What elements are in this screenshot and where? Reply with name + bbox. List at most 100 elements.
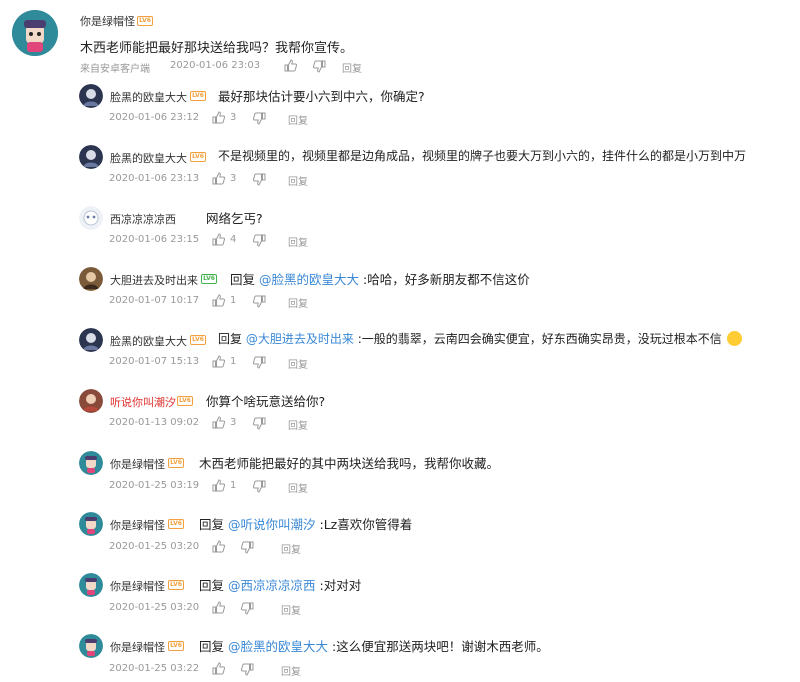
avatar[interactable] (79, 634, 103, 658)
reply-prefix: 回复 (230, 272, 256, 287)
username[interactable]: 大胆进去及时出来 (110, 272, 198, 288)
like-icon[interactable] (212, 601, 225, 614)
avatar[interactable] (79, 206, 103, 230)
like-icon[interactable] (212, 416, 225, 429)
reply-button[interactable]: 回复 (288, 417, 308, 432)
username[interactable]: 你是绿帽怪 (110, 456, 165, 472)
username[interactable]: 脸黑的欧皇大大 (110, 333, 187, 349)
avatar[interactable] (79, 267, 103, 291)
reply-time: 2020-01-07 10:17 (109, 295, 200, 306)
reply-text: 回复 @脸黑的欧皇大大 :哈哈，好多新朋友都不信这价 (230, 269, 530, 288)
dislike-icon[interactable] (253, 480, 266, 493)
level-badge: LV6 (177, 396, 193, 406)
username[interactable]: 西凉凉凉凉西 (110, 211, 176, 227)
dislike-icon[interactable] (241, 541, 254, 554)
reply-text: 最好那块估计要小六到中六，你确定? (218, 89, 425, 104)
username[interactable]: 听说你叫潮汐 (110, 394, 176, 410)
reply-text: 木西老师能把最好的其中两块送给我吗，我帮你收藏。 (199, 456, 500, 471)
level-badge: LV6 (190, 335, 206, 345)
dislike-icon[interactable] (253, 417, 266, 430)
dislike-icon[interactable] (253, 173, 266, 186)
reply-button[interactable]: 回复 (281, 602, 301, 617)
like-icon[interactable] (212, 355, 225, 368)
level-badge: LV6 (137, 16, 153, 26)
level-badge: LV6 (168, 458, 184, 468)
reply-button[interactable]: 回复 (288, 173, 308, 188)
avatar[interactable] (79, 389, 103, 413)
like-icon[interactable] (212, 662, 225, 675)
like-icon[interactable] (212, 172, 225, 185)
reply-text: 不是视频里的，视频里都是边角成品，视频里的牌子也要大万到小六的，挂件什么的都是小… (218, 149, 747, 163)
mention-link[interactable]: @听说你叫潮汐 (228, 517, 316, 532)
mention-link[interactable]: @脸黑的欧皇大大 (228, 639, 328, 654)
mention-link[interactable]: @脸黑的欧皇大大 (259, 272, 359, 287)
reply-time: 2020-01-06 23:12 (109, 112, 200, 123)
reply-time: 2020-01-25 03:22 (109, 663, 200, 674)
username[interactable]: 你是绿帽怪 (80, 13, 135, 29)
reply-time: 2020-01-07 15:13 (109, 356, 200, 367)
username[interactable]: 你是绿帽怪 (110, 517, 165, 533)
mention-link[interactable]: @大胆进去及时出来 (246, 332, 354, 346)
reply-time: 2020-01-25 03:19 (109, 480, 200, 491)
avatar[interactable] (79, 512, 103, 536)
level-badge: LV6 (190, 152, 206, 162)
dislike-icon[interactable] (253, 356, 266, 369)
reply-button[interactable]: 回复 (288, 356, 308, 371)
reply-button[interactable]: 回复 (281, 541, 301, 556)
username[interactable]: 脸黑的欧皇大大 (110, 89, 187, 105)
like-icon[interactable] (212, 294, 225, 307)
reply-button[interactable]: 回复 (288, 112, 308, 127)
reply-time: 2020-01-06 23:15 (109, 234, 200, 245)
avatar[interactable] (79, 84, 103, 108)
dislike-icon[interactable] (241, 663, 254, 676)
level-badge: LV6 (168, 519, 184, 529)
comment-source: 来自安卓客户端 (80, 64, 150, 75)
avatar[interactable] (79, 328, 103, 352)
avatar[interactable] (79, 451, 103, 475)
avatar[interactable] (79, 573, 103, 597)
like-icon[interactable] (212, 233, 225, 246)
like-count: 1 (230, 480, 237, 491)
like-icon[interactable] (212, 111, 225, 124)
dislike-icon[interactable] (253, 234, 266, 247)
reply-content: :这么便宜那送两块吧！谢谢木西老师。 (332, 639, 549, 654)
reply-content: :哈哈，好多新朋友都不信这价 (363, 272, 530, 287)
like-count: 3 (230, 112, 237, 123)
reply-button[interactable]: 回复 (288, 480, 308, 495)
reply-text: 你算个啥玩意送给你? (206, 394, 326, 409)
like-icon[interactable] (212, 479, 225, 492)
reply-text: 回复 @听说你叫潮汐 :Lz喜欢你管得着 (199, 514, 412, 533)
reply-prefix: 回复 (199, 578, 225, 593)
dislike-icon[interactable] (313, 60, 326, 73)
like-count: 3 (230, 173, 237, 184)
reply-time: 2020-01-25 03:20 (109, 602, 200, 613)
reply-prefix: 回复 (218, 332, 243, 346)
like-count: 3 (230, 417, 237, 428)
reply-prefix: 回复 (199, 517, 225, 532)
username[interactable]: 你是绿帽怪 (110, 578, 165, 594)
mention-link[interactable]: @西凉凉凉凉西 (228, 578, 316, 593)
comment-text: 木西老师能把最好那块送给我吗？我帮你宣传。 (80, 41, 354, 56)
avatar[interactable] (79, 145, 103, 169)
dislike-icon[interactable] (241, 602, 254, 615)
reply-content: :Lz喜欢你管得着 (319, 517, 413, 532)
like-icon[interactable] (284, 59, 297, 72)
reply-content: :对对对 (319, 578, 362, 593)
laugh-cry-emoji-icon (726, 331, 742, 346)
reply-button[interactable]: 回复 (281, 663, 301, 678)
reply-button[interactable]: 回复 (342, 60, 362, 75)
username[interactable]: 脸黑的欧皇大大 (110, 150, 187, 166)
like-count: 1 (230, 356, 237, 367)
dislike-icon[interactable] (253, 295, 266, 308)
reply-button[interactable]: 回复 (288, 234, 308, 249)
level-badge: LV6 (201, 274, 217, 284)
reply-content: :一般的翡翠，云南四会确实便宜，好东西确实昂贵，没玩过根本不信 (357, 332, 722, 346)
reply-text: 网络乞丐? (206, 211, 263, 226)
username[interactable]: 你是绿帽怪 (110, 639, 165, 655)
like-icon[interactable] (212, 540, 225, 553)
avatar[interactable] (12, 10, 58, 56)
dislike-icon[interactable] (253, 112, 266, 125)
level-badge: LV6 (168, 580, 184, 590)
like-count: 4 (230, 234, 237, 245)
reply-button[interactable]: 回复 (288, 295, 308, 310)
